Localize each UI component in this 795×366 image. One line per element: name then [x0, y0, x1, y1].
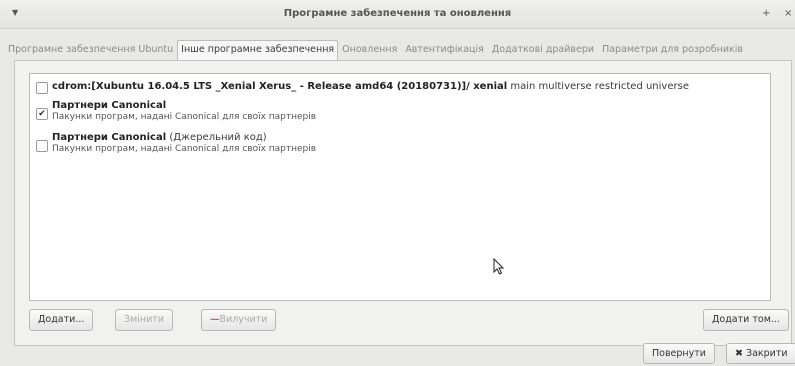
- mouse-cursor-icon: [493, 258, 505, 275]
- source-line: Партнери Canonical Пакунки програм, нада…: [52, 100, 316, 122]
- close-button[interactable]: ✖ Закрити: [726, 343, 795, 364]
- revert-button[interactable]: Повернути: [643, 343, 715, 364]
- source-line: Партнери Canonical (Джерельний код) Паку…: [52, 132, 316, 154]
- add-source-button[interactable]: Додати...: [29, 309, 94, 331]
- tab-panel: cdrom:[Xubuntu 16.04.5 LTS _Xenial Xerus…: [14, 60, 792, 346]
- source-checkbox-checked[interactable]: ✔: [36, 108, 48, 120]
- source-name: Партнери Canonical: [52, 132, 167, 143]
- source-extra: (Джерельний код): [166, 132, 267, 143]
- close-label: Закрити: [746, 348, 788, 359]
- tab-additional-drivers[interactable]: Додаткові драйвери: [488, 40, 598, 60]
- minus-icon: —: [210, 314, 220, 325]
- source-components: main multiverse restricted universe: [507, 81, 689, 92]
- window-title: Програмне забезпечення та оновлення: [283, 8, 512, 19]
- source-line: cdrom:[Xubuntu 16.04.5 LTS _Xenial Xerus…: [52, 81, 689, 92]
- window-titlebar: ▼ Програмне забезпечення та оновлення + …: [0, 0, 795, 29]
- tab-developer-options[interactable]: Параметри для розробників: [598, 40, 747, 60]
- source-description: Пакунки програм, надані Canonical для св…: [52, 112, 317, 122]
- remove-source-button[interactable]: —Вилучити: [201, 309, 277, 331]
- source-name: Партнери Canonical: [52, 100, 167, 111]
- tab-updates[interactable]: Оновлення: [338, 40, 401, 60]
- close-icon: ✖: [735, 348, 743, 359]
- tab-other-software[interactable]: Інше програмне забезпечення: [177, 40, 339, 60]
- tab-authentication[interactable]: Автентифікація: [401, 40, 488, 60]
- source-checkbox[interactable]: [36, 82, 48, 94]
- remove-label: Вилучити: [219, 314, 268, 325]
- tab-ubuntu-software[interactable]: Програмне забезпечення Ubuntu: [4, 40, 177, 60]
- edit-source-button[interactable]: Змінити: [115, 309, 173, 331]
- close-window-button[interactable]: ×: [784, 8, 792, 19]
- source-description: Пакунки програм, надані Canonical для св…: [52, 144, 317, 154]
- maximize-button[interactable]: +: [762, 8, 770, 19]
- source-name: cdrom:[Xubuntu 16.04.5 LTS _Xenial Xerus…: [52, 81, 508, 92]
- sources-list[interactable]: cdrom:[Xubuntu 16.04.5 LTS _Xenial Xerus…: [29, 73, 771, 301]
- add-volume-button[interactable]: Додати том...: [703, 309, 789, 331]
- source-checkbox[interactable]: [36, 140, 48, 152]
- tab-bar: Програмне забезпечення Ubuntu Інше програ…: [4, 40, 795, 60]
